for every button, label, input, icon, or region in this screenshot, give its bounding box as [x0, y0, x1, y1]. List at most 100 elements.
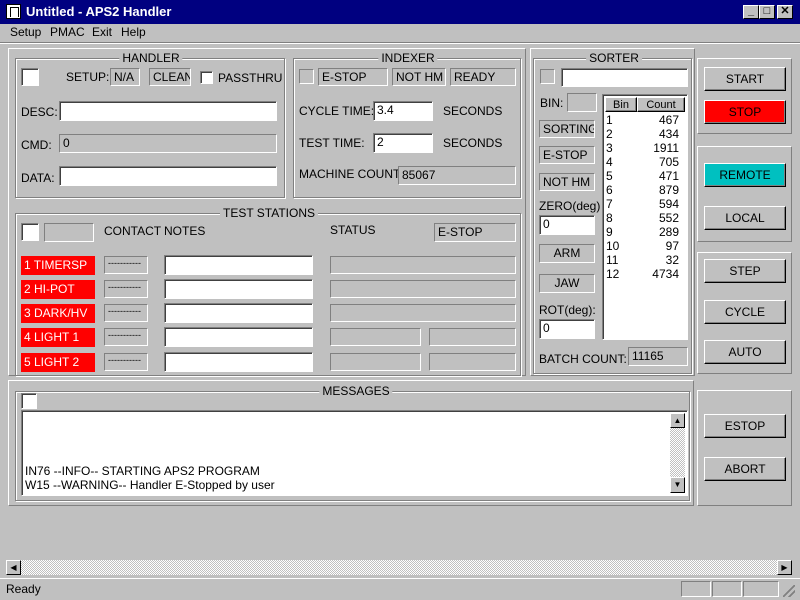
abort-button[interactable]: ABORT — [704, 457, 786, 481]
station-label-3: 3 DARK/HV — [21, 304, 95, 323]
bin-row[interactable]: 3 1911 — [603, 141, 683, 155]
station-notes-1[interactable] — [164, 255, 313, 275]
notes-header: NOTES — [164, 224, 206, 238]
sorter-checkbox[interactable] — [540, 69, 555, 84]
bin-count: 32 — [665, 253, 679, 267]
bin-row[interactable]: 8 552 — [603, 211, 683, 225]
bin-label: BIN: — [540, 96, 564, 110]
bin-count: 97 — [665, 239, 679, 253]
bin-row[interactable]: 2 434 — [603, 127, 683, 141]
status-header: STATUS — [330, 223, 376, 237]
hscroll-right-icon[interactable]: ▶ — [777, 560, 792, 575]
messages-scroll-up-icon[interactable]: ▲ — [670, 413, 685, 428]
station-notes-2[interactable] — [164, 279, 313, 299]
machine-count-label: MACHINE COUNT: — [299, 167, 403, 181]
test-time-unit: SECONDS — [443, 136, 503, 150]
cmd-value: 0 — [59, 134, 277, 153]
menu-bar: Setup PMAC Exit Help — [0, 24, 800, 42]
bin-count: 705 — [658, 155, 679, 169]
contact-header: CONTACT — [104, 224, 162, 238]
stop-button[interactable]: STOP — [704, 100, 786, 124]
indexer-checkbox[interactable] — [299, 69, 314, 84]
stations-checkbox[interactable] — [21, 223, 39, 241]
bin-row[interactable]: 4 705 — [603, 155, 683, 169]
messages-checkbox[interactable] — [21, 393, 37, 409]
messages-scroll-track[interactable] — [670, 428, 685, 477]
bin-number: 9 — [606, 225, 613, 239]
status-pane-3 — [743, 581, 779, 597]
jaw-indicator: JAW — [539, 274, 595, 293]
menu-setup[interactable]: Setup — [10, 25, 41, 39]
sorter-status-estop: E-STOP — [539, 146, 595, 164]
station-notes-5[interactable] — [164, 352, 313, 372]
menu-exit[interactable]: Exit — [92, 25, 112, 39]
bin-count-list[interactable]: Bin Count 1 467 2 434 3 1911 4 705 5 471 6 879 7 594 8… — [602, 94, 688, 340]
bin-number: 12 — [606, 267, 620, 281]
bin-row[interactable]: 10 97 — [603, 239, 683, 253]
hscroll-left-icon[interactable]: ◀ — [6, 560, 21, 575]
bin-row[interactable]: 9 289 — [603, 225, 683, 239]
estop-button[interactable]: ESTOP — [704, 414, 786, 438]
messages-scroll-down-icon[interactable]: ▼ — [670, 477, 685, 493]
bin-rows: 1 467 2 434 3 1911 4 705 5 471 6 879 7 594 8 552 9 289 10 9… — [603, 113, 687, 293]
bin-row[interactable]: 6 879 — [603, 183, 683, 197]
bin-row[interactable]: 11 32 — [603, 253, 683, 267]
start-button[interactable]: START — [704, 67, 786, 91]
bin-number: 1 — [606, 113, 613, 127]
bin-row[interactable]: 1 467 — [603, 113, 683, 127]
hscroll-track[interactable] — [21, 560, 777, 575]
desc-input[interactable] — [59, 101, 277, 121]
bin-number: 11 — [606, 253, 619, 267]
abort-button-group — [697, 390, 792, 506]
resize-grip-icon[interactable] — [783, 585, 795, 597]
setup-label: SETUP: — [66, 70, 110, 84]
station-notes-3[interactable] — [164, 303, 313, 323]
station-status-5a — [330, 353, 421, 371]
status-bar: Ready — [0, 578, 800, 600]
bin-column-header[interactable]: Bin — [605, 97, 637, 112]
test-time-input[interactable]: 2 — [373, 133, 433, 153]
bin-row[interactable]: 7 594 — [603, 197, 683, 211]
machine-count-value: 85067 — [398, 166, 516, 185]
station-status-2 — [330, 280, 516, 298]
station-status-1 — [330, 256, 516, 274]
test-stations-title: TEST STATIONS — [219, 206, 319, 220]
cycle-time-input[interactable]: 3.4 — [373, 101, 433, 121]
bin-row[interactable]: 5 471 — [603, 169, 683, 183]
app-icon[interactable] — [6, 4, 21, 19]
station-notes-4[interactable] — [164, 327, 313, 347]
cycle-button[interactable]: CYCLE — [704, 300, 786, 324]
bin-number: 2 — [606, 127, 613, 141]
zero-input[interactable]: 0 — [539, 215, 595, 235]
menu-separator — [0, 42, 800, 44]
minimize-button[interactable]: _ — [743, 5, 759, 19]
bin-number: 5 — [606, 169, 613, 183]
bin-row[interactable]: 12 4734 — [603, 267, 683, 281]
cycle-time-unit: SECONDS — [443, 104, 503, 118]
test-time-label: TEST TIME: — [299, 136, 365, 150]
passthru-checkbox[interactable] — [200, 71, 213, 84]
rot-input[interactable]: 0 — [539, 319, 595, 339]
auto-button[interactable]: AUTO — [704, 340, 786, 364]
status-pane-1 — [681, 581, 711, 597]
remote-button[interactable]: REMOTE — [704, 163, 786, 187]
bin-count: 552 — [658, 211, 679, 225]
step-button[interactable]: STEP — [704, 259, 786, 283]
messages-log[interactable]: IN76 --INFO-- STARTING APS2 PROGRAM W15 … — [21, 410, 688, 496]
local-button[interactable]: LOCAL — [704, 206, 786, 230]
handler-checkbox[interactable] — [21, 68, 39, 86]
data-input[interactable] — [59, 166, 277, 186]
maximize-button[interactable]: □ — [759, 5, 775, 19]
data-label: DATA: — [21, 171, 55, 185]
cmd-label: CMD: — [21, 138, 52, 152]
sorter-input[interactable] — [561, 68, 688, 87]
menu-pmac[interactable]: PMAC — [50, 25, 85, 39]
count-column-header[interactable]: Count — [637, 97, 685, 112]
bin-count: 289 — [658, 225, 679, 239]
menu-help[interactable]: Help — [121, 25, 146, 39]
station-contact-4: ----------- — [104, 328, 148, 346]
bin-count: 434 — [658, 127, 679, 141]
close-button[interactable]: ✕ — [777, 5, 793, 19]
bin-number: 8 — [606, 211, 613, 225]
window-title: Untitled - APS2 Handler — [26, 4, 172, 19]
